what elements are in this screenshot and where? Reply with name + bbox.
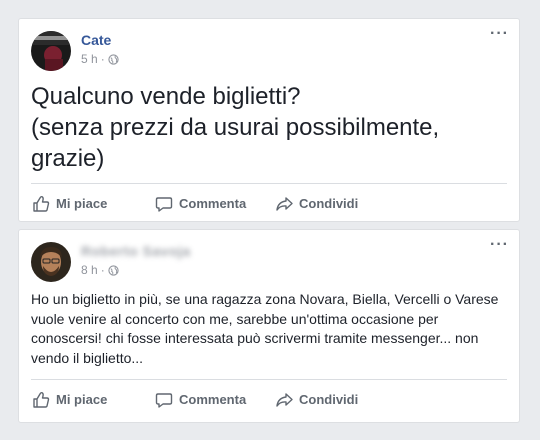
like-label: Mi piace	[56, 392, 108, 407]
post-actions: Mi piace Commenta Condividi	[31, 183, 507, 223]
share-button[interactable]: Condividi	[275, 391, 358, 409]
timestamp[interactable]: 8 h	[81, 263, 98, 277]
like-label: Mi piace	[56, 196, 108, 211]
share-button[interactable]: Condividi	[275, 195, 358, 213]
like-button[interactable]: Mi piace	[32, 391, 107, 409]
author-name[interactable]: Roberto Savoja	[81, 243, 191, 259]
post-meta: 8 h ·	[81, 263, 119, 277]
globe-icon	[108, 53, 119, 65]
like-button[interactable]: Mi piace	[32, 195, 107, 213]
post-card: Roberto Savoja 8 h · ··· Ho un biglietto…	[18, 229, 520, 423]
timestamp[interactable]: 5 h	[81, 52, 98, 66]
share-label: Condividi	[299, 196, 359, 211]
avatar[interactable]	[31, 31, 71, 71]
more-options-icon[interactable]: ···	[490, 237, 509, 253]
globe-icon	[108, 264, 119, 276]
post-text: Ho un biglietto in più, se una ragazza z…	[31, 291, 499, 366]
thumbs-up-icon	[33, 195, 50, 212]
post-actions: Mi piace Commenta Condividi	[31, 379, 507, 419]
share-arrow-icon	[276, 196, 293, 211]
share-label: Condividi	[299, 392, 359, 407]
comment-bubble-icon	[155, 196, 173, 212]
avatar[interactable]	[31, 242, 71, 282]
post-meta: 5 h ·	[81, 52, 119, 66]
meta-separator: ·	[100, 263, 105, 277]
post-text: Qualcuno vende biglietti? (senza prezzi …	[31, 83, 440, 172]
more-options-icon[interactable]: ···	[490, 26, 509, 42]
comment-label: Commenta	[179, 392, 247, 407]
comment-label: Commenta	[179, 196, 247, 211]
comment-button[interactable]: Commenta	[155, 391, 246, 409]
share-arrow-icon	[276, 392, 293, 407]
post-card: Cate 5 h · ··· Qualcuno vende biglietti?…	[18, 18, 520, 222]
meta-separator: ·	[100, 52, 105, 66]
comment-button[interactable]: Commenta	[155, 195, 246, 213]
comment-bubble-icon	[155, 392, 173, 408]
author-name[interactable]: Cate	[81, 32, 111, 48]
thumbs-up-icon	[33, 391, 50, 408]
